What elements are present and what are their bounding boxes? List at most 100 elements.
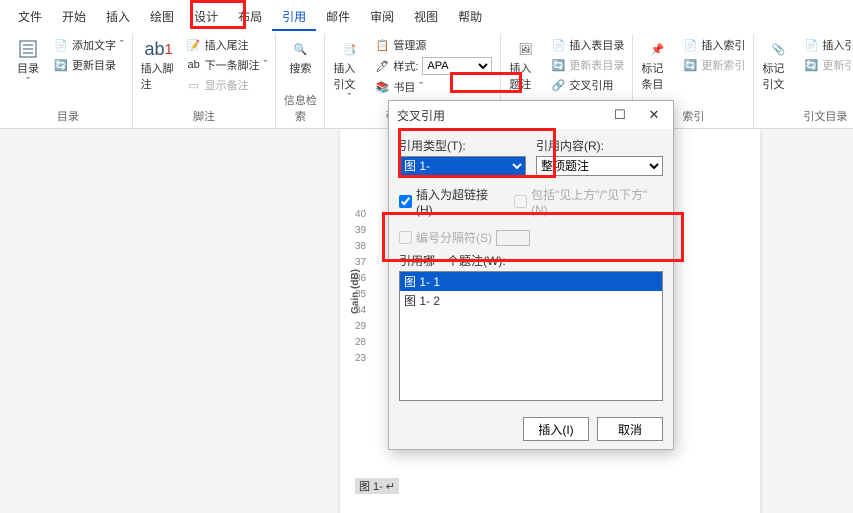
mark-citation-icon: 📎 [767, 38, 789, 60]
tab-5[interactable]: 布局 [228, 4, 272, 31]
chevron-down-icon: ˇ [26, 76, 30, 88]
tab-0[interactable]: 文件 [8, 4, 52, 31]
y-tick: 40 [355, 209, 366, 225]
next-footnote-button[interactable]: ab下一条脚注ˇ [185, 56, 270, 74]
update-index-icon: 🔄 [683, 58, 697, 72]
toc-icon [17, 38, 39, 60]
update-toa-button: 🔄 更新引文目录 [802, 56, 853, 74]
crossref-button[interactable]: 🔗交叉引用 [549, 76, 626, 94]
insert-index-icon: 📄 [683, 38, 697, 52]
separator-checkbox [399, 231, 412, 244]
update-index-button: 🔄 更新索引 [681, 56, 747, 74]
y-tick: 38 [355, 241, 366, 257]
next-footnote-icon: ab [187, 58, 201, 72]
citation-style-select[interactable]: 🖊样式:APA [373, 56, 494, 76]
tab-2[interactable]: 插入 [96, 4, 140, 31]
crossref-dialog: 交叉引用 ☐ ✕ 引用类型(T): 图 1- 引用内容(R): 整项题注 插入为… [388, 100, 674, 450]
insert-toa-label: 插入引文目录 [822, 37, 853, 53]
tab-1[interactable]: 开始 [52, 4, 96, 31]
include-above-below-label: 包括"见上方"/"见下方"(N) [531, 186, 663, 217]
show-notes-icon: ▭ [187, 78, 201, 92]
mark-entry-button[interactable]: 📌 标记条目 [639, 36, 675, 94]
update-toc-label: 更新目录 [72, 57, 116, 73]
insert-citation-label: 插入引文 [333, 60, 365, 92]
list-item[interactable]: 图 1- 1 [400, 272, 662, 291]
update-index-label: 更新索引 [701, 57, 745, 73]
chevron-down-icon: ˇ [348, 92, 352, 104]
group-label-toa: 引文目录 [760, 106, 853, 126]
insert-tof-button[interactable]: 📄插入表目录 [549, 36, 626, 54]
add-text-icon: 📄 [54, 38, 68, 52]
ref-type-combo[interactable]: 图 1- [399, 156, 526, 176]
insert-toa-button[interactable]: 📄 插入引文目录 [802, 36, 853, 54]
ref-content-combo[interactable]: 整项题注 [536, 156, 663, 176]
mark-citation-button[interactable]: 📎 标记引文 [760, 36, 796, 94]
update-toa-icon: 🔄 [804, 58, 818, 72]
show-notes-button: ▭ 显示备注 [185, 76, 270, 94]
insert-endnote-label: 插入尾注 [205, 37, 249, 53]
bibliography-button[interactable]: 📚 书目 ˇ [373, 78, 494, 96]
bibliography-label: 书目 [393, 79, 415, 95]
dialog-titlebar[interactable]: 交叉引用 ☐ ✕ [389, 101, 673, 129]
style-label: 样式: [393, 58, 418, 74]
toc-button[interactable]: 目录 ˇ [10, 36, 46, 90]
include-above-below-checkbox [514, 195, 527, 208]
insert-caption-button[interactable]: 🖼 插入题注 [507, 36, 543, 94]
tab-3[interactable]: 绘图 [140, 4, 184, 31]
insert-footnote-button[interactable]: ab1 插入脚注 [139, 36, 179, 94]
insert-endnote-button[interactable]: 📝插入尾注 [185, 36, 270, 54]
chevron-down-icon: ˇ [419, 81, 423, 93]
y-tick: 39 [355, 225, 366, 241]
show-notes-label: 显示备注 [205, 77, 249, 93]
update-toa-label: 更新引文目录 [822, 57, 853, 73]
maximize-button[interactable]: ☐ [603, 102, 637, 128]
update-toc-button[interactable]: 🔄 更新目录 [52, 56, 126, 74]
update-tof-label: 更新表目录 [569, 57, 624, 73]
group-research: 🔍 搜索 信息检索 [276, 34, 325, 128]
y-tick: 23 [355, 353, 366, 369]
footnote-icon: ab1 [148, 38, 170, 60]
tab-4[interactable]: 设计 [184, 4, 228, 31]
insert-caption-label: 插入题注 [509, 60, 541, 92]
cancel-button[interactable]: 取消 [597, 417, 663, 441]
close-button[interactable]: ✕ [637, 102, 671, 128]
chevron-down-icon: ˇ [264, 59, 268, 71]
insert-toa-icon: 📄 [804, 38, 818, 52]
dialog-title-text: 交叉引用 [397, 107, 603, 124]
search-button[interactable]: 🔍 搜索 [282, 36, 318, 78]
tab-7[interactable]: 邮件 [316, 4, 360, 31]
tab-bar: 文件开始插入绘图设计布局引用邮件审阅视图帮助 [0, 0, 853, 32]
insert-button[interactable]: 插入(I) [523, 417, 589, 441]
list-item[interactable]: 图 1- 2 [400, 291, 662, 310]
search-label: 搜索 [289, 60, 311, 76]
add-text-button[interactable]: 📄添加文字ˇ [52, 36, 126, 54]
tab-8[interactable]: 审阅 [360, 4, 404, 31]
y-tick: 35 [355, 289, 366, 305]
insert-tof-label: 插入表目录 [569, 37, 624, 53]
tab-6[interactable]: 引用 [272, 4, 316, 31]
y-tick: 28 [355, 337, 366, 353]
search-icon: 🔍 [289, 38, 311, 60]
insert-index-button[interactable]: 📄插入索引 [681, 36, 747, 54]
tab-9[interactable]: 视图 [404, 4, 448, 31]
update-icon: 🔄 [54, 58, 68, 72]
group-label-footnote: 脚注 [139, 106, 270, 126]
tab-10[interactable]: 帮助 [448, 4, 492, 31]
manage-sources-button[interactable]: 📋 管理源 [373, 36, 494, 54]
update-tof-button: 🔄更新表目录 [549, 56, 626, 74]
style-dropdown[interactable]: APA [422, 57, 492, 75]
caption-icon: 🖼 [514, 38, 536, 60]
caption-listbox[interactable]: 图 1- 1图 1- 2 [399, 271, 663, 401]
manage-sources-label: 管理源 [393, 37, 426, 53]
caption-field[interactable]: 图 1- ↵ [355, 478, 399, 494]
crossref-icon: 🔗 [551, 78, 565, 92]
group-toc: 目录 ˇ 📄添加文字ˇ 🔄更新目录 目录 [4, 34, 133, 128]
group-toa: 📎 标记引文 📄 插入引文目录 🔄 更新引文目录 引文目录 [754, 34, 853, 128]
mark-citation-label: 标记引文 [762, 60, 794, 92]
manage-icon: 📋 [375, 38, 389, 52]
as-hyperlink-checkbox[interactable] [399, 195, 412, 208]
insert-citation-button[interactable]: 📑 插入引文 ˇ [331, 36, 367, 106]
y-tick: 36 [355, 273, 366, 289]
add-text-label: 添加文字 [72, 37, 116, 53]
bibliography-icon: 📚 [375, 80, 389, 94]
